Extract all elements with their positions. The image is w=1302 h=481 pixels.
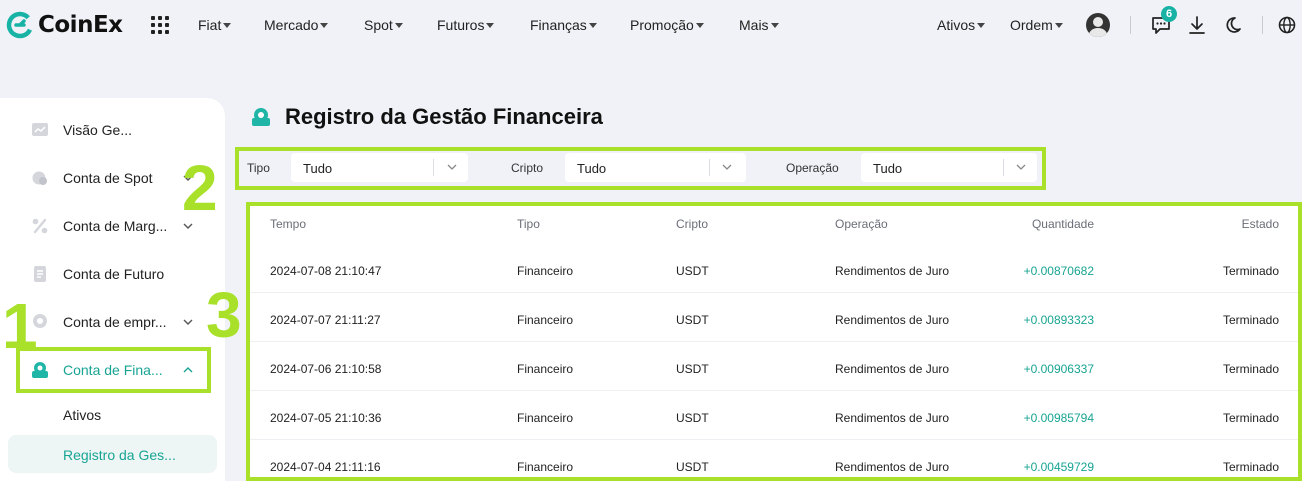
download-icon[interactable] [1186, 14, 1208, 36]
finance-icon [252, 108, 270, 126]
caret-down-icon [223, 22, 232, 28]
nav-spot[interactable]: Spot [364, 17, 403, 33]
sidebar-item-conta-futuro[interactable]: Conta de Futuro [0, 254, 225, 294]
sidebar-subitem-ativos[interactable]: Ativos [63, 407, 101, 423]
caret-down-icon [977, 22, 986, 28]
percent-icon [32, 218, 48, 234]
apps-grid-icon[interactable] [151, 16, 169, 34]
caret-down-icon [394, 22, 403, 28]
annotation-number-2: 2 [182, 152, 218, 224]
nav-divider [1262, 16, 1263, 34]
page-title: Registro da Gestão Financeira [285, 104, 603, 129]
coinex-logo-icon [6, 11, 34, 39]
coin-icon [32, 171, 47, 185]
document-icon [34, 266, 46, 282]
annotation-box-2 [235, 147, 1046, 190]
nav-ativos[interactable]: Ativos [937, 17, 986, 33]
nav-ordem[interactable]: Ordem [1010, 17, 1063, 33]
sidebar-subitem-registro[interactable]: Registro da Ges... [63, 447, 176, 463]
caret-down-icon [320, 22, 329, 28]
nav-futuros[interactable]: Futuros [437, 17, 495, 33]
nav-promocao[interactable]: Promoção [630, 17, 704, 33]
nav-divider [1130, 16, 1131, 34]
caret-down-icon [695, 22, 704, 28]
nav-financas[interactable]: Finanças [530, 17, 597, 33]
annotation-box-3 [246, 202, 1302, 481]
caret-down-icon [770, 22, 779, 28]
caret-down-icon [588, 22, 597, 28]
moon-icon[interactable] [1222, 14, 1244, 36]
caret-down-icon [486, 22, 495, 28]
brand-name: CoinEx [38, 12, 123, 38]
notification-badge: 6 [1161, 6, 1177, 22]
globe-icon[interactable] [1276, 14, 1298, 36]
annotation-box-1 [16, 347, 211, 393]
caret-down-icon [1054, 22, 1063, 28]
nav-fiat[interactable]: Fiat [198, 17, 232, 33]
sidebar-item-visao-geral[interactable]: Visão Ge... [0, 110, 225, 150]
chevron-down-icon [183, 319, 193, 325]
user-avatar-icon[interactable] [1086, 13, 1110, 37]
annotation-number-1: 1 [2, 290, 38, 362]
page-header: Registro da Gestão Financeira [250, 104, 603, 130]
chart-icon [32, 123, 48, 136]
top-navigation: CoinEx Fiat Mercado Spot Futuros Finança… [0, 0, 1302, 52]
annotation-number-3: 3 [206, 279, 242, 351]
coinex-logo[interactable]: CoinEx [6, 11, 123, 39]
nav-mercado[interactable]: Mercado [264, 17, 329, 33]
nav-mais[interactable]: Mais [739, 17, 779, 33]
